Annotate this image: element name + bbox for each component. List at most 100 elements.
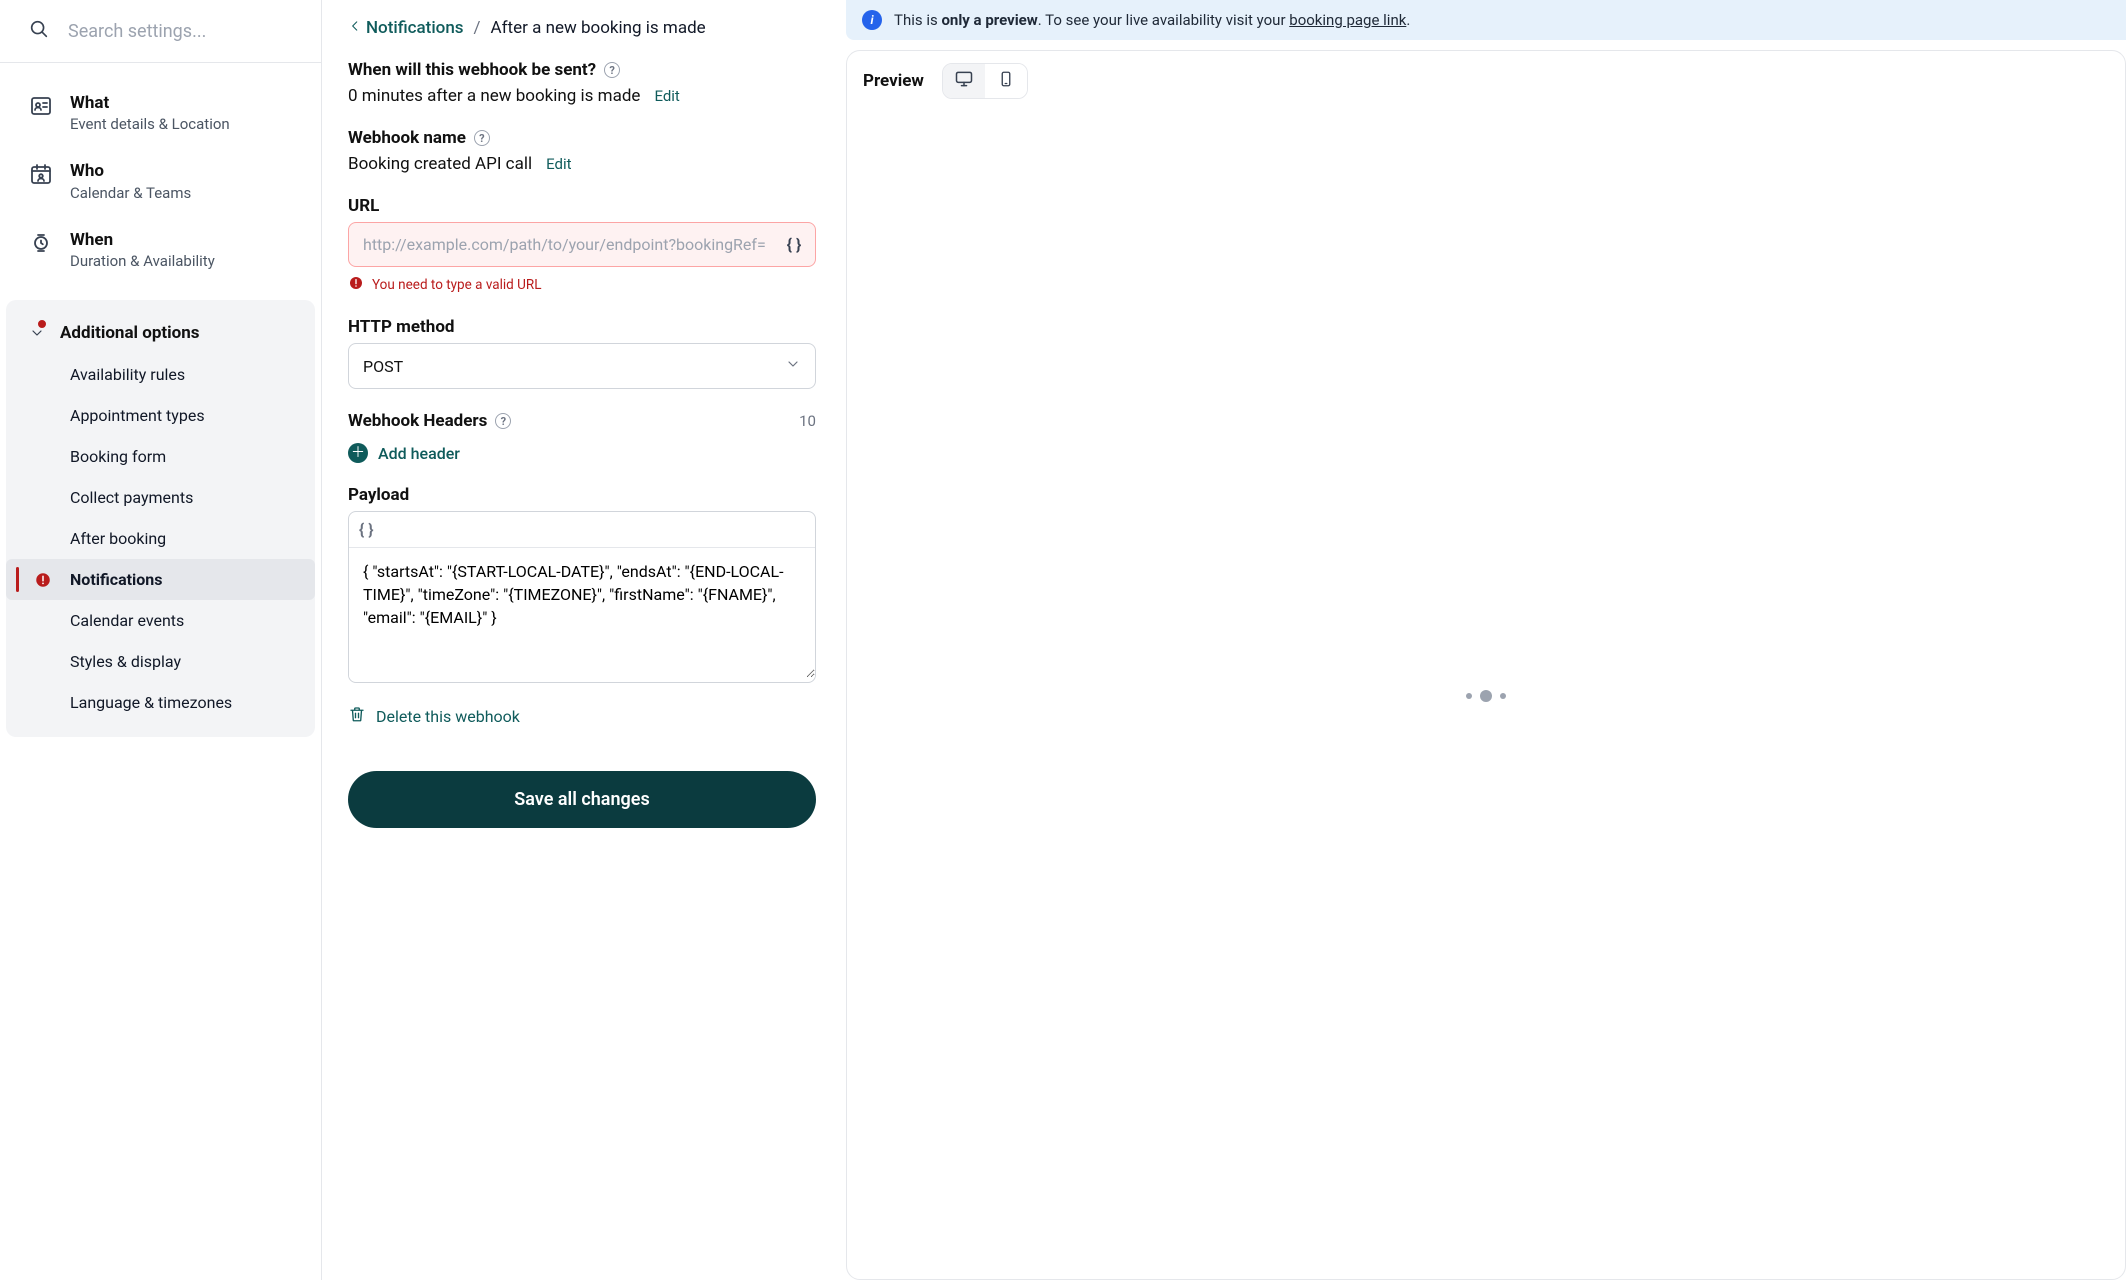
add-header-button[interactable]: ＋ Add header: [348, 443, 816, 463]
error-icon: [34, 571, 52, 589]
error-text: You need to type a valid URL: [372, 277, 541, 293]
desktop-icon: [954, 69, 974, 93]
additional-options-group: Additional options Availability rules App…: [6, 300, 315, 737]
field-webhook-headers: Webhook Headers ? 10 ＋ Add header: [348, 411, 816, 463]
http-method-select[interactable]: POST: [348, 343, 816, 389]
search-input[interactable]: [68, 21, 293, 42]
preview-column: i This is only a preview. To see your li…: [842, 0, 2126, 1280]
breadcrumb-separator: /: [474, 18, 481, 38]
field-http-method: HTTP method POST: [348, 317, 816, 389]
nav-item-subtitle: Duration & Availability: [70, 252, 215, 270]
nav-item-subtitle: Calendar & Teams: [70, 184, 191, 202]
payload-textarea[interactable]: [349, 548, 815, 678]
field-label: Payload: [348, 485, 409, 505]
mobile-icon: [997, 70, 1015, 92]
save-button[interactable]: Save all changes: [348, 771, 816, 828]
additional-options-list: Availability rules Appointment types Booki…: [6, 354, 315, 723]
sidebar-item-styles-display[interactable]: Styles & display: [6, 641, 315, 682]
info-icon: i: [862, 10, 882, 30]
add-header-label: Add header: [378, 444, 460, 463]
sidebar-item-language-timezones[interactable]: Language & timezones: [6, 682, 315, 723]
edit-when-link[interactable]: Edit: [654, 87, 679, 105]
field-value: 0 minutes after a new booking is made: [348, 86, 640, 106]
payload-insert-variable-button[interactable]: { }: [349, 512, 815, 548]
chevron-down-icon: [785, 356, 801, 376]
select-value: POST: [363, 357, 403, 376]
sidebar-item-label: Language & timezones: [70, 693, 232, 712]
webhook-form: Notifications / After a new booking is m…: [322, 0, 842, 1280]
booking-page-link[interactable]: booking page link: [1289, 11, 1406, 29]
chevron-left-icon: [348, 18, 362, 38]
calendar-person-icon: [28, 161, 54, 187]
insert-variable-button[interactable]: { }: [782, 233, 806, 257]
delete-webhook-label: Delete this webhook: [376, 707, 520, 726]
preview-info-banner: i This is only a preview. To see your li…: [846, 0, 2126, 40]
sidebar-item-collect-payments[interactable]: Collect payments: [6, 477, 315, 518]
help-icon[interactable]: ?: [474, 130, 490, 146]
sidebar-item-label: Calendar events: [70, 611, 184, 630]
breadcrumb-current: After a new booking is made: [491, 18, 706, 38]
error-icon: [348, 275, 364, 295]
sidebar-item-label: Styles & display: [70, 652, 181, 671]
field-label: Webhook Headers: [348, 411, 487, 431]
sidebar-item-booking-form[interactable]: Booking form: [6, 436, 315, 477]
breadcrumb: Notifications / After a new booking is m…: [348, 18, 816, 38]
field-label: HTTP method: [348, 317, 455, 337]
nav-item-what[interactable]: What Event details & Location: [6, 79, 315, 147]
nav-item-subtitle: Event details & Location: [70, 115, 230, 133]
url-error-message: You need to type a valid URL: [348, 275, 816, 295]
plus-circle-icon: ＋: [348, 443, 368, 463]
error-badge-icon: [36, 318, 48, 330]
preview-toolbar: Preview: [847, 51, 2125, 112]
sidebar-item-label: Appointment types: [70, 406, 205, 425]
preview-body: [847, 112, 2125, 1279]
device-mobile-button[interactable]: [985, 64, 1027, 98]
device-desktop-button[interactable]: [943, 64, 985, 98]
sidebar-item-label: Booking form: [70, 447, 166, 466]
edit-name-link[interactable]: Edit: [546, 155, 571, 173]
preview-card: Preview: [846, 50, 2126, 1280]
sidebar-item-label: Availability rules: [70, 365, 185, 384]
badge-id-icon: [28, 93, 54, 119]
sidebar-item-appointment-types[interactable]: Appointment types: [6, 395, 315, 436]
primary-nav: What Event details & Location Who Calend…: [0, 63, 321, 300]
field-label: When will this webhook be sent?: [348, 60, 596, 80]
additional-options-toggle[interactable]: Additional options: [6, 312, 315, 354]
nav-item-when[interactable]: When Duration & Availability: [6, 216, 315, 284]
breadcrumb-back-link[interactable]: Notifications: [348, 18, 464, 38]
field-value: Booking created API call: [348, 154, 532, 174]
sidebar-item-label: Collect payments: [70, 488, 193, 507]
search-icon: [28, 18, 50, 44]
nav-item-title: When: [70, 230, 215, 250]
sidebar-item-after-booking[interactable]: After booking: [6, 518, 315, 559]
headers-count: 10: [799, 412, 816, 430]
field-label: URL: [348, 196, 379, 216]
field-when-sent: When will this webhook be sent? ? 0 minu…: [348, 60, 816, 106]
field-label: Webhook name: [348, 128, 466, 148]
loading-indicator-icon: [1466, 690, 1506, 702]
delete-webhook-button[interactable]: Delete this webhook: [348, 705, 816, 727]
breadcrumb-back-label: Notifications: [366, 18, 464, 38]
sidebar-item-label: Notifications: [70, 570, 163, 589]
sidebar-item-availability-rules[interactable]: Availability rules: [6, 354, 315, 395]
settings-sidebar: What Event details & Location Who Calend…: [0, 0, 322, 1280]
nav-item-who[interactable]: Who Calendar & Teams: [6, 147, 315, 215]
help-icon[interactable]: ?: [495, 413, 511, 429]
device-toggle: [942, 63, 1028, 99]
main-area: Notifications / After a new booking is m…: [322, 0, 2126, 1280]
field-webhook-name: Webhook name ? Booking created API call …: [348, 128, 816, 174]
additional-options-label: Additional options: [60, 323, 200, 343]
search-bar: [0, 0, 321, 63]
sidebar-item-label: After booking: [70, 529, 166, 548]
sidebar-item-calendar-events[interactable]: Calendar events: [6, 600, 315, 641]
nav-item-title: What: [70, 93, 230, 113]
trash-icon: [348, 705, 366, 727]
sidebar-item-notifications[interactable]: Notifications: [6, 559, 315, 600]
url-input[interactable]: [348, 222, 816, 267]
field-payload: Payload { }: [348, 485, 816, 683]
field-url: URL { } You need to type a valid URL: [348, 196, 816, 295]
preview-title: Preview: [863, 71, 924, 91]
chevron-down-icon: [26, 322, 48, 344]
nav-item-title: Who: [70, 161, 191, 181]
help-icon[interactable]: ?: [604, 62, 620, 78]
